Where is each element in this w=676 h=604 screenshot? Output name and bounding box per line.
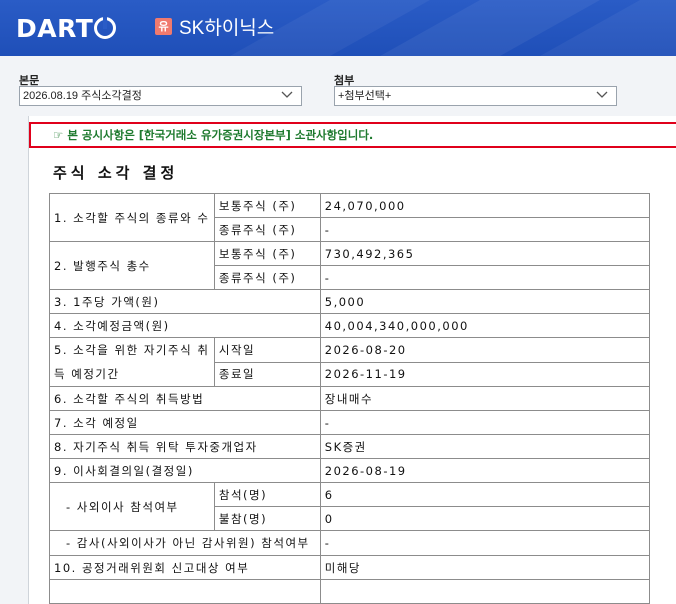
row-value: 미해당 xyxy=(319,555,651,580)
disclosure-table: 1. 소각할 주식의 종류와 수 보통주식 (주) 24,070,000 종류주… xyxy=(49,193,651,604)
row-label: 8. 자기주식 취득 위탁 투자중개업자 xyxy=(49,434,321,459)
row-sublabel: 보통주식 (주) xyxy=(213,193,321,218)
row-value: - xyxy=(319,265,651,290)
table-row xyxy=(49,579,651,604)
row-value-empty xyxy=(319,579,651,604)
row-value: 40,004,340,000,000 xyxy=(319,313,651,338)
row-label: 3. 1주당 가액(원) xyxy=(49,289,321,314)
market-badge: 유 xyxy=(155,18,172,35)
row-label: 4. 소각예정금액(원) xyxy=(49,313,321,338)
row-sublabel: 참석(명) xyxy=(213,482,321,507)
row-label: 6. 소각할 주식의 취득방법 xyxy=(49,386,321,411)
chevron-down-icon xyxy=(596,91,608,98)
row-label: 10. 공정거래위원회 신고대상 여부 xyxy=(49,555,321,580)
row-value: 730,492,365 xyxy=(319,241,651,266)
table-row: 4. 소각예정금액(원) 40,004,340,000,000 xyxy=(49,313,651,338)
row-label: 1. 소각할 주식의 종류와 수 xyxy=(49,193,215,242)
attachment-select-value: +첨부선택+ xyxy=(338,90,392,102)
dart-logo[interactable]: DART xyxy=(16,11,117,45)
table-row: - 감사(사외이사가 아닌 감사위원) 참석여부 - xyxy=(49,530,651,556)
table-row: 9. 이사회결의일(결정일) 2026-08-19 xyxy=(49,458,651,483)
row-value: 2026-08-20 xyxy=(319,337,651,363)
row-label: 9. 이사회결의일(결정일) xyxy=(49,458,321,483)
table-row: 8. 자기주식 취득 위탁 투자중개업자 SK증권 xyxy=(49,434,651,459)
document-body: ☞ 본 공시사항은 [한국거래소 유가증권시장본부] 소관사항입니다. 주식 소… xyxy=(28,116,676,604)
row-value: 0 xyxy=(319,506,651,531)
logo-text: DART xyxy=(16,13,94,43)
document-selector-bar: 본문 2026.08.19 주식소각결정 첨부 +첨부선택+ xyxy=(0,56,676,116)
table-row: - 사외이사 참석여부 참석(명) 6 xyxy=(49,482,651,531)
row-sublabel: 시작일 xyxy=(213,337,321,363)
table-row: 5. 소각을 위한 자기주식 취득 예정기간 시작일 2026-08-20 xyxy=(49,337,651,387)
row-label: 5. 소각을 위한 자기주식 취득 예정기간 xyxy=(49,337,215,387)
table-row: 6. 소각할 주식의 취득방법 장내매수 xyxy=(49,386,651,411)
row-sublabel: 보통주식 (주) xyxy=(213,241,321,266)
row-sublabel: 불참(명) xyxy=(213,506,321,531)
company-name: SK하이닉스 xyxy=(179,18,275,39)
row-sublabel: 종류주식 (주) xyxy=(213,217,321,242)
row-value: 6 xyxy=(319,482,651,507)
row-sublabel: 종류주식 (주) xyxy=(213,265,321,290)
row-label: - 사외이사 참석여부 xyxy=(49,482,215,531)
row-value: - xyxy=(319,217,651,242)
top-header: DART 유 SK하이닉스 xyxy=(0,0,676,56)
row-value: SK증권 xyxy=(319,434,651,459)
table-row: 10. 공정거래위원회 신고대상 여부 미해당 xyxy=(49,555,651,580)
row-value: - xyxy=(319,410,651,435)
attachment-select[interactable]: +첨부선택+ xyxy=(334,86,617,106)
row-value: 장내매수 xyxy=(319,386,651,411)
row-value: 2026-11-19 xyxy=(319,361,651,387)
row-label: - 감사(사외이사가 아닌 감사위원) 참석여부 xyxy=(49,530,321,556)
main-doc-select[interactable]: 2026.08.19 주식소각결정 xyxy=(19,86,302,106)
table-row: 1. 소각할 주식의 종류와 수 보통주식 (주) 24,070,000 xyxy=(49,193,651,242)
notice-banner: ☞ 본 공시사항은 [한국거래소 유가증권시장본부] 소관사항입니다. xyxy=(29,122,676,148)
row-value: 24,070,000 xyxy=(319,193,651,218)
logo-o-icon xyxy=(94,17,117,39)
row-value: 2026-08-19 xyxy=(319,458,651,483)
document-title: 주식 소각 결정 xyxy=(53,164,179,182)
main-doc-select-value: 2026.08.19 주식소각결정 xyxy=(23,90,142,102)
company-title: 유 SK하이닉스 xyxy=(155,13,274,40)
row-label: 2. 발행주식 총수 xyxy=(49,241,215,290)
table-row: 7. 소각 예정일 - xyxy=(49,410,651,435)
row-label-empty xyxy=(49,579,321,604)
table-row: 3. 1주당 가액(원) 5,000 xyxy=(49,289,651,314)
table-row: 2. 발행주식 총수 보통주식 (주) 730,492,365 xyxy=(49,241,651,290)
row-value: - xyxy=(319,530,651,556)
row-value: 5,000 xyxy=(319,289,651,314)
row-sublabel: 종료일 xyxy=(213,361,321,387)
chevron-down-icon xyxy=(281,91,293,98)
row-label: 7. 소각 예정일 xyxy=(49,410,321,435)
